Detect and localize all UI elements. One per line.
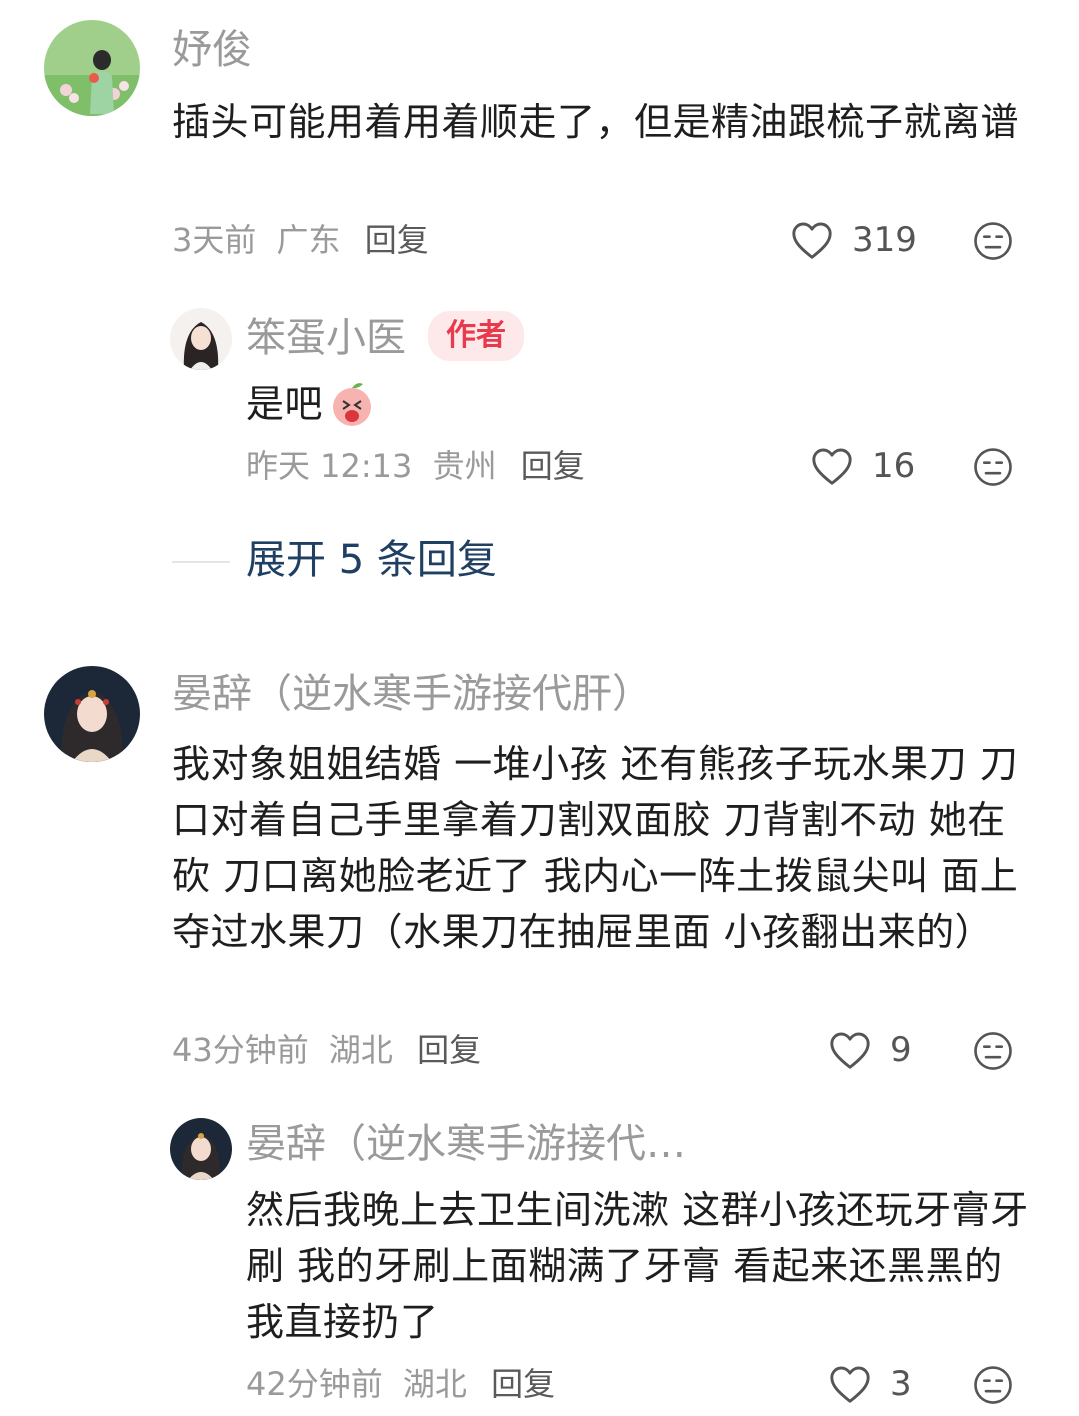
comment-username[interactable]: 晏辞（逆水寒手游接代肝）	[172, 670, 652, 718]
like-button[interactable]: 16	[810, 446, 915, 486]
reply-time: 42分钟前	[246, 1365, 383, 1403]
reply-meta: 42分钟前 湖北 回复	[246, 1364, 555, 1404]
comment-location: 湖北	[328, 1031, 393, 1069]
comment-location: 广东	[276, 221, 341, 259]
meh-face-icon	[974, 448, 1012, 486]
dislike-button[interactable]	[972, 220, 1014, 262]
reply-button[interactable]: 回复	[417, 1031, 481, 1069]
comment-username[interactable]: 妤俊	[172, 26, 252, 74]
reply-username[interactable]: 晏辞（逆水寒手游接代…	[246, 1120, 686, 1168]
reply-button[interactable]: 回复	[491, 1365, 555, 1403]
comment-time: 43分钟前	[172, 1031, 309, 1069]
reply-button[interactable]: 回复	[365, 221, 429, 259]
comment-meta: 43分钟前 湖北 回复	[172, 1030, 481, 1070]
reply-time: 昨天 12:13	[246, 447, 413, 485]
like-button[interactable]: 319	[790, 220, 917, 260]
like-count: 16	[872, 446, 916, 486]
reply-username[interactable]: 笨蛋小医	[246, 314, 406, 362]
meh-face-icon	[974, 222, 1012, 260]
avatar[interactable]	[44, 20, 140, 116]
heart-outline-icon	[830, 1366, 870, 1403]
like-count: 9	[890, 1030, 912, 1070]
crying-peach-emoji-icon	[327, 379, 377, 429]
dislike-button[interactable]	[972, 1364, 1014, 1406]
avatar[interactable]	[44, 666, 140, 762]
comment-text: 插头可能用着用着顺走了，但是精油跟梳子就离谱	[172, 100, 1020, 144]
reply-location: 贵州	[432, 447, 497, 485]
reply-location: 湖北	[402, 1365, 467, 1403]
comment-time: 3天前	[172, 221, 257, 259]
expand-divider	[172, 561, 230, 563]
reply-button[interactable]: 回复	[521, 447, 585, 485]
reply-meta: 昨天 12:13 贵州 回复	[246, 446, 585, 486]
dislike-button[interactable]	[972, 446, 1014, 488]
heart-outline-icon	[792, 222, 832, 259]
reply-text-content: 是吧	[246, 382, 324, 426]
comment-text: 我对象姐姐结婚 一堆小孩 还有熊孩子玩水果刀 刀口对着自己手里拿着刀割双面胶 刀…	[172, 742, 1019, 954]
avatar[interactable]	[170, 308, 232, 370]
reply-text: 是吧	[246, 376, 377, 432]
like-button[interactable]: 3	[828, 1364, 912, 1404]
reply-text: 然后我晚上去卫生间洗漱 这群小孩还玩牙膏牙刷 我的牙刷上面糊满了牙膏 看起来还黑…	[246, 1188, 1029, 1344]
dislike-button[interactable]	[972, 1030, 1014, 1072]
heart-outline-icon	[812, 448, 852, 485]
expand-replies-button[interactable]: 展开 5 条回复	[246, 536, 497, 584]
meh-face-icon	[974, 1366, 1012, 1404]
like-button[interactable]: 9	[828, 1030, 912, 1070]
like-count: 319	[852, 220, 917, 260]
author-badge: 作者	[428, 311, 524, 361]
like-count: 3	[890, 1364, 912, 1404]
comment-meta: 3天前 广东 回复	[172, 220, 429, 260]
meh-face-icon	[974, 1032, 1012, 1070]
avatar[interactable]	[170, 1118, 232, 1180]
heart-outline-icon	[830, 1032, 870, 1069]
